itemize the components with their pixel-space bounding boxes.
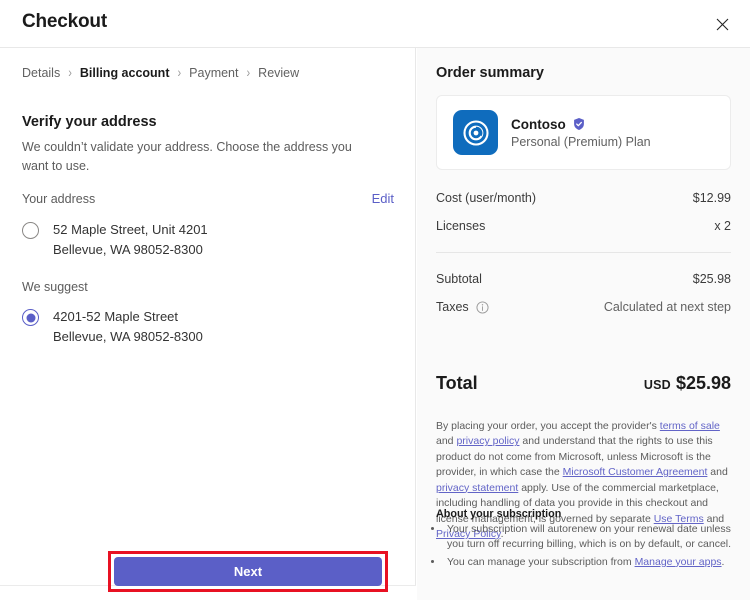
your-address-label: Your address <box>22 192 96 206</box>
your-address-line2: Bellevue, WA 98052-8300 <box>53 241 203 257</box>
section-heading: Verify your address <box>22 114 157 130</box>
we-suggest-label: We suggest <box>22 280 88 294</box>
order-line-licenses: Licenses x 2 <box>436 212 731 240</box>
suggested-address-option[interactable]: 4201-52 Maple Street Bellevue, WA 98052-… <box>22 307 394 347</box>
manage-your-apps-link[interactable]: Manage your apps <box>635 556 722 568</box>
checkout-dialog: Checkout Details › Billing account › Pay… <box>0 0 750 600</box>
section-description: We couldn’t validate your address. Choos… <box>22 140 352 174</box>
order-line-cost: Cost (user/month) $12.99 <box>436 184 731 212</box>
product-card: Contoso Personal (Premium) Plan <box>436 95 731 170</box>
taxes-label: Taxes <box>436 300 469 314</box>
about-subscription-heading: About your subscription <box>436 508 562 520</box>
total-row: Total USD $25.98 <box>436 373 731 394</box>
your-address-header: Your address Edit <box>22 191 394 206</box>
info-icon[interactable] <box>476 300 489 314</box>
privacy-statement-link[interactable]: privacy statement <box>436 482 518 494</box>
subtotal-label: Subtotal <box>436 272 482 286</box>
legal-part1: By placing your order, you accept the pr… <box>436 420 660 432</box>
total-value: USD $25.98 <box>644 373 731 394</box>
order-lines: Cost (user/month) $12.99 Licenses x 2 Su… <box>436 184 731 321</box>
suggested-address-line1: 4201-52 Maple Street <box>53 309 179 324</box>
suggested-address-header: We suggest <box>22 280 394 294</box>
breadcrumb-item-review[interactable]: Review <box>258 66 299 80</box>
product-name-row: Contoso <box>511 117 651 132</box>
legal-part2: and <box>436 435 457 448</box>
order-line-taxes: Taxes Calculated at next step <box>436 293 731 321</box>
suggested-address-radio[interactable] <box>22 309 39 326</box>
total-amount: $25.98 <box>675 373 731 393</box>
your-address-option[interactable]: 52 Maple Street, Unit 4201 Bellevue, WA … <box>22 220 394 260</box>
product-info: Contoso Personal (Premium) Plan <box>511 117 651 149</box>
microsoft-customer-agreement-link[interactable]: Microsoft Customer Agreement <box>563 466 708 478</box>
order-summary-panel: Order summary Contoso Personal (Premium)… <box>417 48 750 600</box>
subtotal-value: $25.98 <box>692 272 731 286</box>
close-glyph <box>716 18 728 30</box>
suggested-address-line2: Bellevue, WA 98052-8300 <box>53 328 203 344</box>
breadcrumb: Details › Billing account › Payment › Re… <box>22 65 299 81</box>
total-currency: USD <box>643 378 671 392</box>
taxes-value: Calculated at next step <box>603 300 731 314</box>
suggested-address-text: 4201-52 Maple Street Bellevue, WA 98052-… <box>53 307 203 347</box>
subscription-bullet-1: Your subscription will autorenew on your… <box>444 522 739 553</box>
your-address-line1: 52 Maple Street, Unit 4201 <box>53 222 208 237</box>
breadcrumb-separator-icon: › <box>246 65 251 81</box>
page-title: Checkout <box>22 11 107 32</box>
licenses-value: x 2 <box>714 219 731 233</box>
subscription-bullet-2: You can manage your subscription from Ma… <box>444 555 739 570</box>
your-address-text: 52 Maple Street, Unit 4201 Bellevue, WA … <box>53 220 208 260</box>
next-button[interactable]: Next <box>114 557 382 586</box>
breadcrumb-item-details[interactable]: Details <box>22 66 60 80</box>
licenses-label: Licenses <box>436 219 486 233</box>
subscription-bullets: Your subscription will autorenew on your… <box>444 522 739 572</box>
product-plan: Personal (Premium) Plan <box>511 134 651 149</box>
manage-apps-prefix: You can manage your subscription from <box>447 555 635 568</box>
order-lines-divider <box>436 252 731 253</box>
manage-apps-suffix: . <box>721 555 725 568</box>
checkout-main-panel: Details › Billing account › Payment › Re… <box>0 48 416 600</box>
cost-label: Cost (user/month) <box>436 191 537 205</box>
privacy-policy-link[interactable]: privacy policy <box>456 435 519 447</box>
terms-of-sale-link[interactable]: terms of sale <box>660 420 720 432</box>
breadcrumb-item-billing-account[interactable]: Billing account <box>80 66 170 80</box>
order-summary-title: Order summary <box>436 65 544 81</box>
breadcrumb-separator-icon: › <box>68 65 72 81</box>
cost-value: $12.99 <box>692 191 731 205</box>
contoso-spiral-logo-icon <box>453 110 498 155</box>
breadcrumb-item-payment[interactable]: Payment <box>189 66 238 80</box>
breadcrumb-separator-icon: › <box>177 65 182 81</box>
close-icon[interactable] <box>706 8 738 40</box>
order-line-subtotal: Subtotal $25.98 <box>436 265 731 293</box>
your-address-radio[interactable] <box>22 222 39 239</box>
taxes-label-group: Taxes <box>436 297 489 317</box>
legal-part4: and <box>707 466 728 479</box>
dialog-footer: Back <box>0 585 416 600</box>
dialog-header: Checkout <box>0 0 750 48</box>
product-name: Contoso <box>511 116 566 132</box>
total-label: Total <box>436 373 478 393</box>
edit-address-link[interactable]: Edit <box>372 191 394 206</box>
verified-shield-icon <box>573 118 584 130</box>
spiral-glyph <box>462 119 489 146</box>
